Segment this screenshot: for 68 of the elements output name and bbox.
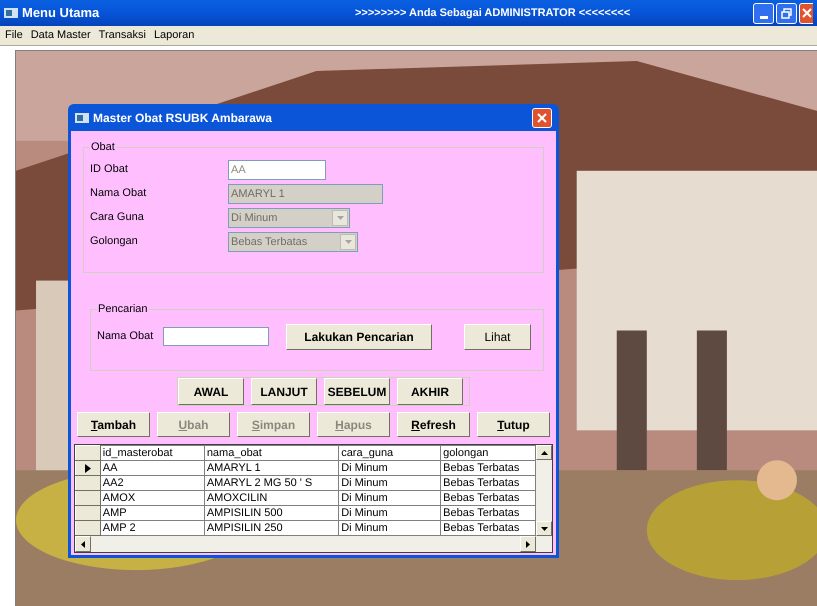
user-role-title: >>>>>>>> Anda Sebagai ADMINISTRATOR <<<<<<<< <box>355 6 630 21</box>
close-button[interactable] <box>532 108 552 128</box>
field-label: Nama Obat <box>90 186 148 202</box>
menu-item[interactable]: Transaksi <box>98 27 146 44</box>
app-icon <box>75 112 89 124</box>
view-button[interactable]: Lihat <box>464 324 531 350</box>
table-cell: Bebas Terbatas <box>440 506 536 520</box>
restore-icon <box>781 8 792 18</box>
table-cell: Bebas Terbatas <box>440 490 536 506</box>
menu-item[interactable]: Laporan <box>154 27 194 44</box>
table-cell: AA <box>100 460 204 476</box>
table-cell: AMOXCILIN <box>204 490 339 506</box>
dialog-title: Master Obat RSUBK Ambarawa <box>93 110 272 126</box>
minimize-button[interactable] <box>753 2 774 24</box>
group-title: Pencarian <box>97 302 149 317</box>
row-indicator[interactable] <box>76 460 100 476</box>
table-cell: Bebas Terbatas <box>440 476 536 490</box>
action-button[interactable]: Tutup <box>477 412 550 437</box>
nav-button[interactable]: AKHIR <box>397 378 463 405</box>
table-cell: Di Minum <box>338 506 441 520</box>
column-header[interactable]: nama_obat <box>204 446 339 460</box>
search-field[interactable] <box>163 327 269 346</box>
restore-button[interactable] <box>776 2 797 24</box>
table-cell: AMP <box>100 506 204 520</box>
nav-button[interactable]: LANJUT <box>251 378 317 405</box>
current-row-icon <box>84 464 91 473</box>
close-icon <box>537 112 547 122</box>
table-cell: Di Minum <box>338 476 441 490</box>
field-label: Cara Guna <box>90 210 145 226</box>
horizontal-scrollbar[interactable] <box>75 536 552 552</box>
field-label: Golongan <box>90 234 139 250</box>
table-cell: Bebas Terbatas <box>440 520 536 536</box>
action-button[interactable]: Tambah <box>77 412 150 437</box>
table-cell: AMARYL 2 MG 50 ' S <box>204 476 339 490</box>
table-cell: Di Minum <box>338 460 441 476</box>
table-cell: AMP 2 <box>100 520 204 536</box>
app-icon <box>4 7 18 19</box>
nav-button[interactable]: SEBELUM <box>324 378 390 405</box>
close-icon <box>802 8 812 18</box>
minimize-icon <box>760 16 768 18</box>
group-title: Obat <box>90 140 116 155</box>
column-header[interactable]: id_masterobat <box>100 446 204 460</box>
nav-button[interactable]: AWAL <box>178 378 244 405</box>
action-button[interactable]: Refresh <box>397 412 470 437</box>
scroll-right-icon[interactable] <box>526 540 530 548</box>
field-label: Nama Obat <box>97 329 154 344</box>
menu-item[interactable]: File <box>5 27 23 44</box>
close-button[interactable] <box>799 2 813 24</box>
table-cell: AA2 <box>100 476 204 490</box>
scroll-down-icon[interactable] <box>540 526 548 530</box>
scroll-up-icon[interactable] <box>540 450 548 454</box>
column-header[interactable]: golongan <box>440 446 536 460</box>
table-cell: AMOX <box>100 490 204 506</box>
table-cell: AMARYL 1 <box>204 460 339 476</box>
scroll-left-icon[interactable] <box>81 540 85 548</box>
table-cell: Di Minum <box>338 490 441 506</box>
search-button[interactable]: Lakukan Pencarian <box>286 324 432 350</box>
header-cell <box>76 446 100 460</box>
table-cell: Di Minum <box>338 520 441 536</box>
column-header[interactable]: cara_guna <box>338 446 441 460</box>
field-label: ID Obat <box>90 162 129 178</box>
menu-item[interactable]: Data Master <box>30 27 91 44</box>
table-cell: Bebas Terbatas <box>440 460 536 476</box>
window-title: Menu Utama <box>22 4 100 22</box>
vertical-scrollbar[interactable] <box>536 445 552 536</box>
table-cell: AMPISILIN 500 <box>204 506 339 520</box>
table-cell: AMPISILIN 250 <box>204 520 339 536</box>
text-field[interactable]: AA <box>228 160 326 180</box>
